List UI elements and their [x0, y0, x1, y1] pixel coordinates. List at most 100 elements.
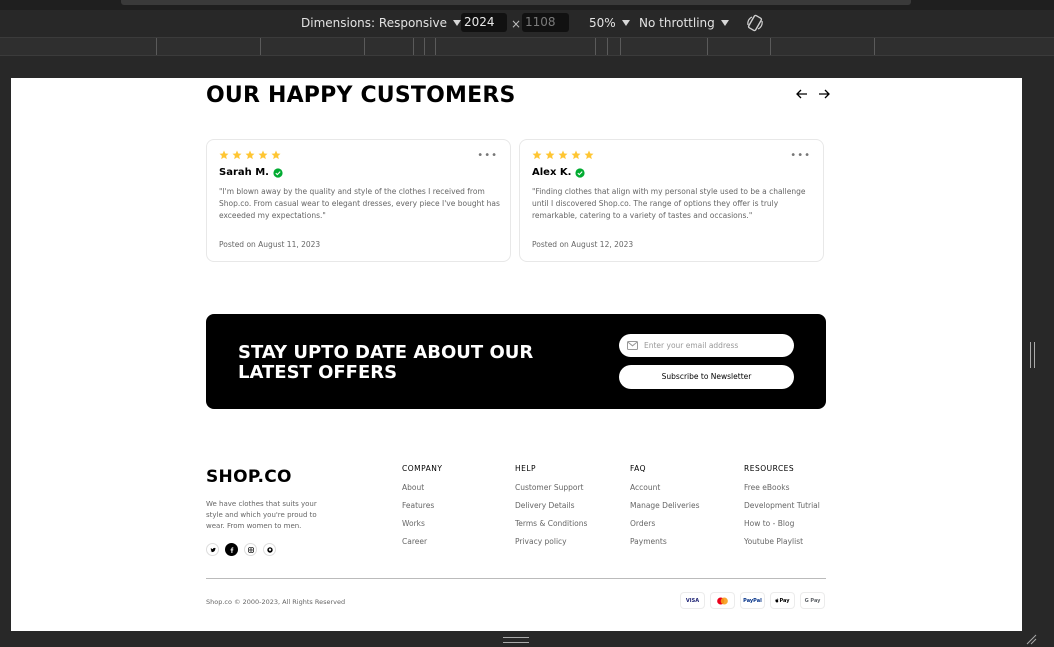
chevron-down-icon — [720, 20, 729, 26]
star-rating — [219, 150, 498, 160]
footer-link[interactable]: How to - Blog — [744, 519, 820, 537]
devtools-top-strip — [0, 0, 1054, 10]
footer-link[interactable]: Development Tutrial — [744, 501, 820, 519]
newsletter-title: STAY UPTO DATE ABOUT OUR LATEST OFFERS — [238, 342, 534, 383]
footer-divider — [206, 578, 826, 579]
newsletter-banner: STAY UPTO DATE ABOUT OUR LATEST OFFERS E… — [206, 314, 826, 409]
star-icon — [258, 150, 268, 160]
page-content: OUR HAPPY CUSTOMERS ••• Sarah M. "I'm bl… — [206, 78, 830, 631]
reviewer: Alex K. — [532, 167, 811, 178]
zoom-dropdown[interactable]: 50% — [589, 16, 630, 30]
star-icon — [558, 150, 568, 160]
reviewer: Sarah M. — [219, 167, 498, 178]
height-input[interactable]: 1108 — [522, 13, 569, 32]
star-icon — [232, 150, 242, 160]
star-icon — [571, 150, 581, 160]
more-options-icon[interactable]: ••• — [790, 150, 811, 161]
zoom-label: 50% — [589, 16, 616, 30]
ruler-mark — [156, 38, 157, 55]
footer-link[interactable]: Free eBooks — [744, 483, 820, 501]
footer-logo[interactable]: SHOP.CO — [206, 467, 292, 487]
star-icon — [271, 150, 281, 160]
ruler-mark — [413, 38, 414, 55]
footer-description: We have clothes that suits your style an… — [206, 500, 317, 530]
reviewer-name: Alex K. — [532, 167, 572, 178]
media-query-ruler[interactable] — [0, 37, 1054, 56]
resize-handle-bottom[interactable] — [503, 637, 529, 643]
github-icon[interactable] — [263, 543, 276, 556]
carousel-arrows — [796, 88, 830, 100]
reviews-heading: OUR HAPPY CUSTOMERS — [206, 83, 516, 108]
footer-link[interactable]: Terms & Conditions — [515, 519, 587, 537]
resize-corner-icon[interactable] — [1025, 633, 1037, 645]
ruler-mark — [595, 38, 596, 55]
footer-link[interactable]: Career — [402, 537, 442, 555]
footer-link[interactable]: Works — [402, 519, 442, 537]
payment-badges: VISA PayPal Pay G Pay — [680, 592, 825, 609]
footer-link[interactable]: Payments — [630, 537, 699, 555]
footer-link[interactable]: Features — [402, 501, 442, 519]
ruler-mark — [260, 38, 261, 55]
column-heading: FAQ — [630, 464, 647, 473]
footer-link[interactable]: Manage Deliveries — [630, 501, 699, 519]
star-icon — [584, 150, 594, 160]
review-date: Posted on August 11, 2023 — [219, 240, 321, 249]
width-input[interactable]: 2024 — [461, 13, 507, 32]
star-icon — [219, 150, 229, 160]
review-card: ••• Alex K. "Finding clothes that align … — [519, 139, 824, 262]
star-icon — [532, 150, 542, 160]
apple-pay-icon: Pay — [770, 592, 795, 609]
more-options-icon[interactable]: ••• — [477, 150, 498, 161]
tab-stub — [121, 0, 911, 5]
footer-link[interactable]: Privacy policy — [515, 537, 587, 555]
column-heading: COMPANY — [402, 464, 443, 473]
email-placeholder: Enter your email address — [644, 341, 739, 350]
apple-pay-label: Pay — [779, 597, 790, 604]
chevron-down-icon — [621, 20, 630, 26]
facebook-icon[interactable] — [225, 543, 238, 556]
footer-link[interactable]: Account — [630, 483, 699, 501]
star-rating — [532, 150, 811, 160]
visa-icon: VISA — [680, 592, 705, 609]
ruler-mark — [707, 38, 708, 55]
ruler-mark — [607, 38, 608, 55]
column-heading: RESOURCES — [744, 464, 795, 473]
review-text: "I'm blown away by the quality and style… — [219, 187, 500, 220]
dimensions-dropdown[interactable]: Dimensions: Responsive — [301, 16, 461, 30]
ruler-mark — [424, 38, 425, 55]
throttling-dropdown[interactable]: No throttling — [639, 16, 729, 30]
ruler-mark — [874, 38, 875, 55]
footer-column-faq: FAQ Account Manage Deliveries Orders Pay… — [630, 464, 699, 555]
page-viewport: OUR HAPPY CUSTOMERS ••• Sarah M. "I'm bl… — [11, 78, 1022, 631]
footer-column-resources: RESOURCES Free eBooks Development Tutria… — [744, 464, 820, 555]
star-icon — [245, 150, 255, 160]
review-card: ••• Sarah M. "I'm blown away by the qual… — [206, 139, 511, 262]
device-toolbar: Dimensions: Responsive 2024 × 1108 50% N… — [0, 10, 1054, 37]
ruler-mark — [435, 38, 436, 55]
instagram-icon[interactable] — [244, 543, 257, 556]
footer-link[interactable]: Delivery Details — [515, 501, 587, 519]
verified-check-icon — [575, 167, 586, 178]
review-text: "Finding clothes that align with my pers… — [532, 187, 806, 220]
resize-handle-right[interactable] — [1030, 342, 1035, 368]
ruler-mark — [620, 38, 621, 55]
subscribe-button[interactable]: Subscribe to Newsletter — [619, 365, 794, 389]
google-pay-icon: G Pay — [800, 592, 825, 609]
footer-link[interactable]: Orders — [630, 519, 699, 537]
social-links — [206, 543, 276, 556]
column-heading: HELP — [515, 464, 537, 473]
copyright-text: Shop.co © 2000-2023, All Rights Reserved — [206, 598, 346, 606]
footer-link[interactable]: Youtube Playlist — [744, 537, 820, 555]
arrow-left-icon[interactable] — [796, 88, 808, 100]
footer-link[interactable]: Customer Support — [515, 483, 587, 501]
chevron-down-icon — [452, 20, 461, 26]
email-field[interactable]: Enter your email address — [619, 334, 794, 357]
rotate-icon[interactable] — [745, 13, 765, 33]
footer-link[interactable]: About — [402, 483, 442, 501]
dimensions-label: Dimensions: Responsive — [301, 16, 447, 30]
dimension-separator: × — [511, 17, 522, 31]
twitter-icon[interactable] — [206, 543, 219, 556]
arrow-right-icon[interactable] — [818, 88, 830, 100]
review-date: Posted on August 12, 2023 — [532, 240, 634, 249]
ruler-mark — [770, 38, 771, 55]
